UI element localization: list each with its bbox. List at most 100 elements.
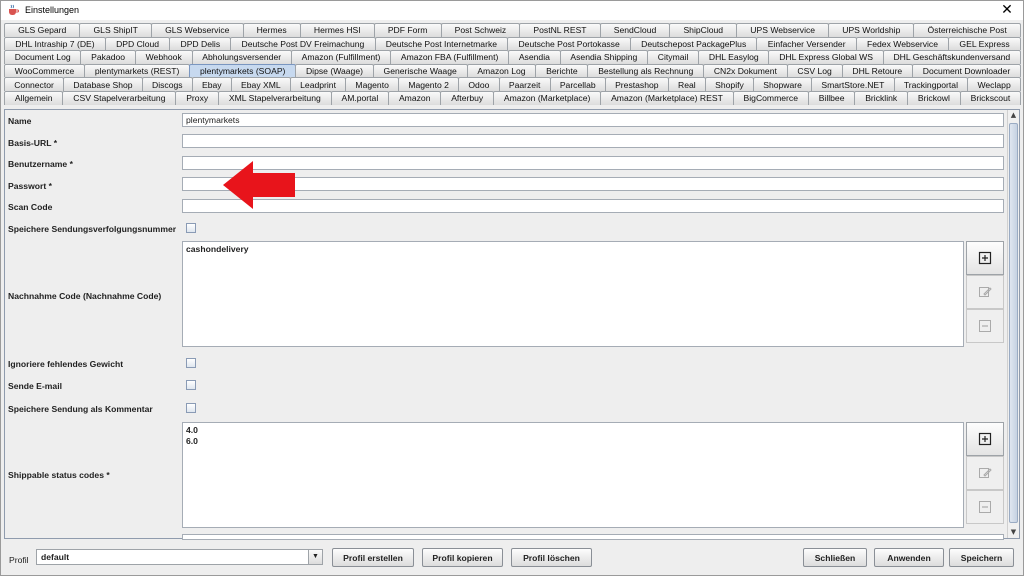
tab-dhl-intraship-7-de[interactable]: DHL Intraship 7 (DE) — [4, 36, 106, 51]
name-field[interactable]: plentymarkets — [182, 113, 1004, 127]
tab-berichte[interactable]: Berichte — [535, 63, 589, 78]
tab-amazon-marketplace-rest[interactable]: Amazon (Marketplace) REST — [600, 90, 734, 105]
tab-post-schweiz[interactable]: Post Schweiz — [440, 23, 521, 37]
remove-nachnahme-button[interactable] — [966, 309, 1004, 343]
tab-sendcloud[interactable]: SendCloud — [599, 23, 671, 37]
tab-deutsche-post-portokasse[interactable]: Deutsche Post Portokasse — [507, 36, 631, 51]
list-item[interactable]: 6.0 — [186, 436, 960, 447]
tab-österreichische-post[interactable]: Österreichische Post — [913, 23, 1021, 37]
tab-pdf-form[interactable]: PDF Form — [373, 23, 442, 37]
tab-fedex-webservice[interactable]: Fedex Webservice — [855, 36, 950, 51]
tab-shipcloud[interactable]: ShipCloud — [669, 23, 738, 37]
tab-pakadoo[interactable]: Pakadoo — [80, 50, 136, 64]
tab-gel-express[interactable]: GEL Express — [948, 36, 1021, 51]
tab-magento-2[interactable]: Magento 2 — [398, 77, 460, 91]
tab-document-log[interactable]: Document Log — [4, 50, 82, 64]
tab-shopware[interactable]: Shopware — [753, 77, 813, 91]
speichere-tracking-checkbox[interactable] — [186, 223, 196, 233]
tab-odoo[interactable]: Odoo — [458, 77, 500, 91]
tab-hermes-hsi[interactable]: Hermes HSI — [299, 23, 375, 37]
tab-bricklink[interactable]: Bricklink — [854, 90, 909, 105]
tab-connector[interactable]: Connector — [4, 77, 65, 91]
speichern-button[interactable]: Speichern — [949, 548, 1014, 567]
tab-dhl-retoure[interactable]: DHL Retoure — [841, 63, 913, 78]
tab-deutsche-post-internetmarke[interactable]: Deutsche Post Internetmarke — [374, 36, 509, 51]
nachnahme-listbox[interactable]: cashondelivery — [182, 241, 964, 347]
tab-amazon[interactable]: Amazon — [388, 90, 442, 105]
tab-deutsche-post-dv-freimachung[interactable]: Deutsche Post DV Freimachung — [230, 36, 376, 51]
add-nachnahme-button[interactable] — [966, 241, 1004, 275]
tab-amazon-fba-fulfillment[interactable]: Amazon FBA (Fulfillment) — [390, 50, 510, 64]
tab-woocommerce[interactable]: WooCommerce — [4, 63, 86, 78]
tab-deutschepost-packageplus[interactable]: Deutschepost PackagePlus — [629, 36, 758, 51]
tab-trackingportal[interactable]: Trackingportal — [893, 77, 969, 91]
tab-csv-log[interactable]: CSV Log — [786, 63, 843, 78]
tab-afterbuy[interactable]: Afterbuy — [440, 90, 495, 105]
tab-document-downloader[interactable]: Document Downloader — [912, 63, 1021, 78]
tab-database-shop[interactable]: Database Shop — [63, 77, 143, 91]
tab-plentymarkets-rest[interactable]: plentymarkets (REST) — [84, 63, 191, 78]
scan-code-field[interactable] — [182, 199, 1004, 213]
vertical-scrollbar[interactable]: ▲ ▼ — [1007, 110, 1019, 538]
tab-cn2x-dokument[interactable]: CN2x Dokument — [703, 63, 788, 78]
tab-dhl-express-global-ws[interactable]: DHL Express Global WS — [768, 50, 884, 64]
anwenden-button[interactable]: Anwenden — [874, 548, 944, 567]
speichere-kommentar-checkbox[interactable] — [186, 403, 196, 413]
list-item[interactable]: 4.0 — [186, 425, 960, 436]
sende-email-checkbox[interactable] — [186, 380, 196, 390]
tab-billbee[interactable]: Billbee — [807, 90, 856, 105]
tab-csv-stapelverarbeitung[interactable]: CSV Stapelverarbeitung — [62, 90, 177, 105]
tab-amazon-marketplace[interactable]: Amazon (Marketplace) — [493, 90, 602, 105]
tab-weclapp[interactable]: Weclapp — [967, 77, 1021, 91]
tab-proxy[interactable]: Proxy — [175, 90, 220, 105]
benutzername-field[interactable] — [182, 156, 1004, 170]
close-button[interactable]: ✕ — [999, 2, 1015, 18]
next-field-partial[interactable] — [182, 534, 1004, 540]
tab-ups-worldship[interactable]: UPS Worldship — [828, 23, 915, 37]
tab-am-portal[interactable]: AM.portal — [330, 90, 390, 105]
ignoriere-gewicht-checkbox[interactable] — [186, 358, 196, 368]
tab-dpd-cloud[interactable]: DPD Cloud — [104, 36, 171, 51]
tab-smartstore-net[interactable]: SmartStore.NET — [811, 77, 895, 91]
tab-prestashop[interactable]: Prestashop — [604, 77, 669, 91]
chevron-down-icon[interactable]: ▼ — [308, 550, 322, 564]
profil-select[interactable]: default ▼ — [36, 549, 323, 565]
scroll-thumb[interactable] — [1009, 123, 1018, 523]
tab-asendia-shipping[interactable]: Asendia Shipping — [559, 50, 649, 64]
tab-generische-waage[interactable]: Generische Waage — [372, 63, 468, 78]
tab-brickscout[interactable]: Brickscout — [959, 90, 1022, 105]
tab-amazon-log[interactable]: Amazon Log — [466, 63, 537, 78]
tab-abholungsversender[interactable]: Abholungsversender — [191, 50, 292, 64]
tab-gls-gepard[interactable]: GLS Gepard — [4, 23, 81, 37]
tab-asendia[interactable]: Asendia — [508, 50, 561, 64]
tab-dhl-easylog[interactable]: DHL Easylog — [698, 50, 770, 64]
tab-paarzeit[interactable]: Paarzeit — [498, 77, 551, 91]
tab-allgemein[interactable]: Allgemein — [4, 90, 64, 105]
tab-leadprint[interactable]: Leadprint — [289, 77, 347, 91]
tab-parcellab[interactable]: Parcellab — [549, 77, 606, 91]
profil-loeschen-button[interactable]: Profil löschen — [511, 548, 592, 567]
tab-citymail[interactable]: Citymail — [647, 50, 700, 64]
tab-xml-stapelverarbeitung[interactable]: XML Stapelverarbeitung — [218, 90, 332, 105]
tab-postnl-rest[interactable]: PostNL REST — [519, 23, 601, 37]
add-shippable-button[interactable] — [966, 422, 1004, 456]
scroll-down-icon[interactable]: ▼ — [1008, 527, 1019, 538]
tab-bigcommerce[interactable]: BigCommerce — [732, 90, 809, 105]
edit-shippable-button[interactable] — [966, 456, 1004, 490]
tab-dhl-geschäftskundenversand[interactable]: DHL Geschäftskundenversand — [882, 50, 1021, 64]
schliessen-button[interactable]: Schließen — [803, 548, 867, 567]
tab-ebay-xml[interactable]: Ebay XML — [230, 77, 291, 91]
tab-dpd-delis[interactable]: DPD Delis — [169, 36, 232, 51]
tab-shopify[interactable]: Shopify — [704, 77, 755, 91]
tab-einfacher-versender[interactable]: Einfacher Versender — [756, 36, 857, 51]
tab-hermes[interactable]: Hermes — [242, 23, 301, 37]
tab-bestellung-als-rechnung[interactable]: Bestellung als Rechnung — [587, 63, 705, 78]
tab-amazon-fulfillment[interactable]: Amazon (Fulfillment) — [290, 50, 392, 64]
tab-brickowl[interactable]: Brickowl — [907, 90, 961, 105]
basis-url-field[interactable] — [182, 134, 1004, 148]
remove-shippable-button[interactable] — [966, 490, 1004, 524]
tab-magento[interactable]: Magento — [345, 77, 400, 91]
tab-dipse-waage[interactable]: Dipse (Waage) — [295, 63, 374, 78]
profil-erstellen-button[interactable]: Profil erstellen — [332, 548, 414, 567]
tab-real[interactable]: Real — [667, 77, 706, 91]
